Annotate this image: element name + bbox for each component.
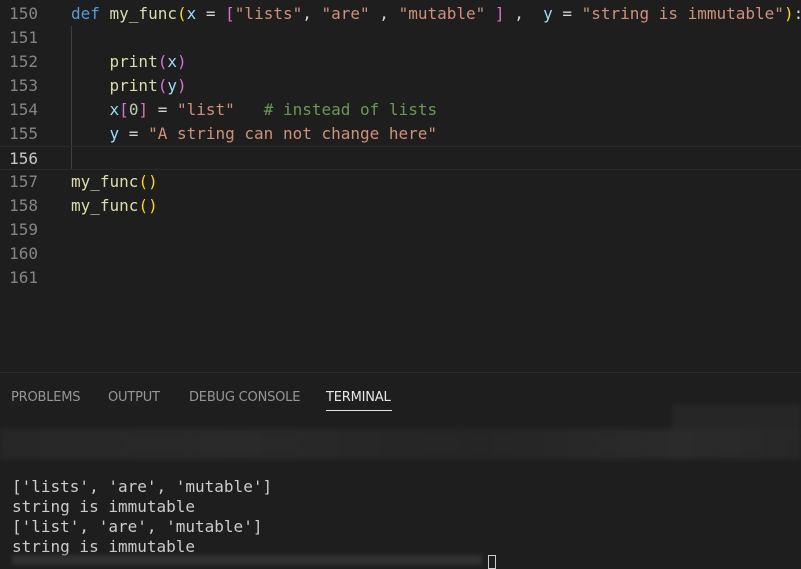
- code-token: =: [552, 4, 582, 23]
- line-number: 151: [9, 28, 38, 47]
- code-line[interactable]: 153 print(y): [0, 74, 801, 98]
- code-token: ]: [138, 100, 149, 119]
- tab-terminal[interactable]: TERMINAL: [326, 390, 391, 405]
- code-token: (): [138, 196, 158, 215]
- active-tab-indicator: [326, 410, 392, 411]
- code-token: x: [167, 52, 177, 71]
- line-number: 161: [9, 268, 38, 287]
- code-text: y = "A string can not change here": [71, 122, 438, 146]
- code-text: print(y): [71, 74, 187, 98]
- code-token: my_func: [71, 196, 139, 215]
- code-token: [: [119, 100, 129, 119]
- terminal-output-line: string is immutable: [12, 497, 196, 516]
- line-number: 154: [9, 100, 38, 119]
- code-token: x: [109, 100, 120, 119]
- code-token: (): [138, 172, 158, 191]
- code-token: "are": [321, 4, 370, 23]
- code-text: my_func(): [71, 170, 158, 194]
- terminal-obscured-line: [12, 555, 482, 565]
- line-number: 158: [9, 196, 38, 215]
- code-line[interactable]: 154 x[0] = "list" # instead of lists: [0, 98, 801, 122]
- code-token: =: [196, 4, 226, 23]
- terminal-cursor: [488, 555, 496, 569]
- line-number: 155: [9, 124, 38, 143]
- code-token: my_func: [71, 172, 139, 191]
- code-line[interactable]: 151: [0, 26, 801, 50]
- tab-output[interactable]: OUTPUT: [108, 390, 160, 405]
- code-token: ]: [494, 4, 505, 23]
- line-number: 153: [9, 76, 38, 95]
- line-number: 152: [9, 52, 38, 71]
- code-token: ,: [302, 4, 322, 23]
- code-line[interactable]: 161: [0, 266, 801, 290]
- code-editor[interactable]: 150 def my_func(x = ["lists", "are" , "mu…: [0, 0, 801, 372]
- code-token: y: [109, 124, 120, 143]
- code-token: my_func: [109, 4, 177, 23]
- code-token: # instead of lists: [263, 100, 438, 119]
- code-line[interactable]: 150 def my_func(x = ["lists", "are" , "mu…: [0, 2, 801, 26]
- code-token: y: [167, 76, 177, 95]
- bottom-panel: PROBLEMS OUTPUT DEBUG CONSOLE TERMINAL […: [0, 372, 801, 569]
- code-token: ): [176, 76, 187, 95]
- code-token: =: [148, 100, 177, 119]
- code-text: my_func(): [71, 194, 158, 218]
- code-token: ,: [504, 4, 544, 23]
- line-number: 150: [9, 4, 38, 23]
- line-number: 160: [9, 244, 38, 263]
- code-token: ): [783, 4, 794, 23]
- code-line[interactable]: 156: [0, 146, 801, 170]
- code-text: print(x): [71, 50, 187, 74]
- code-line[interactable]: 159: [0, 218, 801, 242]
- code-token: x: [186, 4, 197, 23]
- code-token: (: [176, 4, 187, 23]
- code-token: ): [176, 52, 187, 71]
- terminal-output-line: ['lists', 'are', 'mutable']: [12, 477, 273, 496]
- line-number: 159: [9, 220, 38, 239]
- code-line[interactable]: 152 print(x): [0, 50, 801, 74]
- code-token: (: [157, 52, 168, 71]
- terminal-output-line: string is immutable: [12, 537, 196, 556]
- code-token: "lists": [234, 4, 303, 23]
- code-token: def: [71, 4, 110, 23]
- code-token: [: [225, 4, 235, 23]
- terminal-obscured-prompt: [0, 429, 801, 459]
- terminal-output-line: ['list', 'are', 'mutable']: [12, 517, 263, 536]
- line-number: 157: [9, 172, 38, 191]
- code-token: print: [109, 52, 158, 71]
- code-token: "A string can not change here": [148, 124, 438, 143]
- code-line[interactable]: 160: [0, 242, 801, 266]
- code-token: "mutable": [398, 4, 486, 23]
- code-token: "list": [177, 100, 235, 119]
- code-line[interactable]: 158 my_func(): [0, 194, 801, 218]
- code-token: "string is immutable": [581, 4, 784, 23]
- code-token: y: [543, 4, 553, 23]
- code-token: 0: [128, 100, 139, 119]
- code-token: ,: [369, 4, 399, 23]
- tab-debug-console[interactable]: DEBUG CONSOLE: [189, 390, 300, 405]
- code-token: print: [109, 76, 158, 95]
- tab-problems[interactable]: PROBLEMS: [11, 390, 81, 405]
- code-token: =: [119, 124, 149, 143]
- code-token: (: [157, 76, 168, 95]
- code-line[interactable]: 157 my_func(): [0, 170, 801, 194]
- code-text: def my_func(x = ["lists", "are" , "mutab…: [71, 2, 801, 26]
- code-token: :: [794, 4, 801, 23]
- line-number: 156: [9, 149, 38, 168]
- code-line[interactable]: 155 y = "A string can not change here": [0, 122, 801, 146]
- code-text: x[0] = "list" # instead of lists: [71, 98, 438, 122]
